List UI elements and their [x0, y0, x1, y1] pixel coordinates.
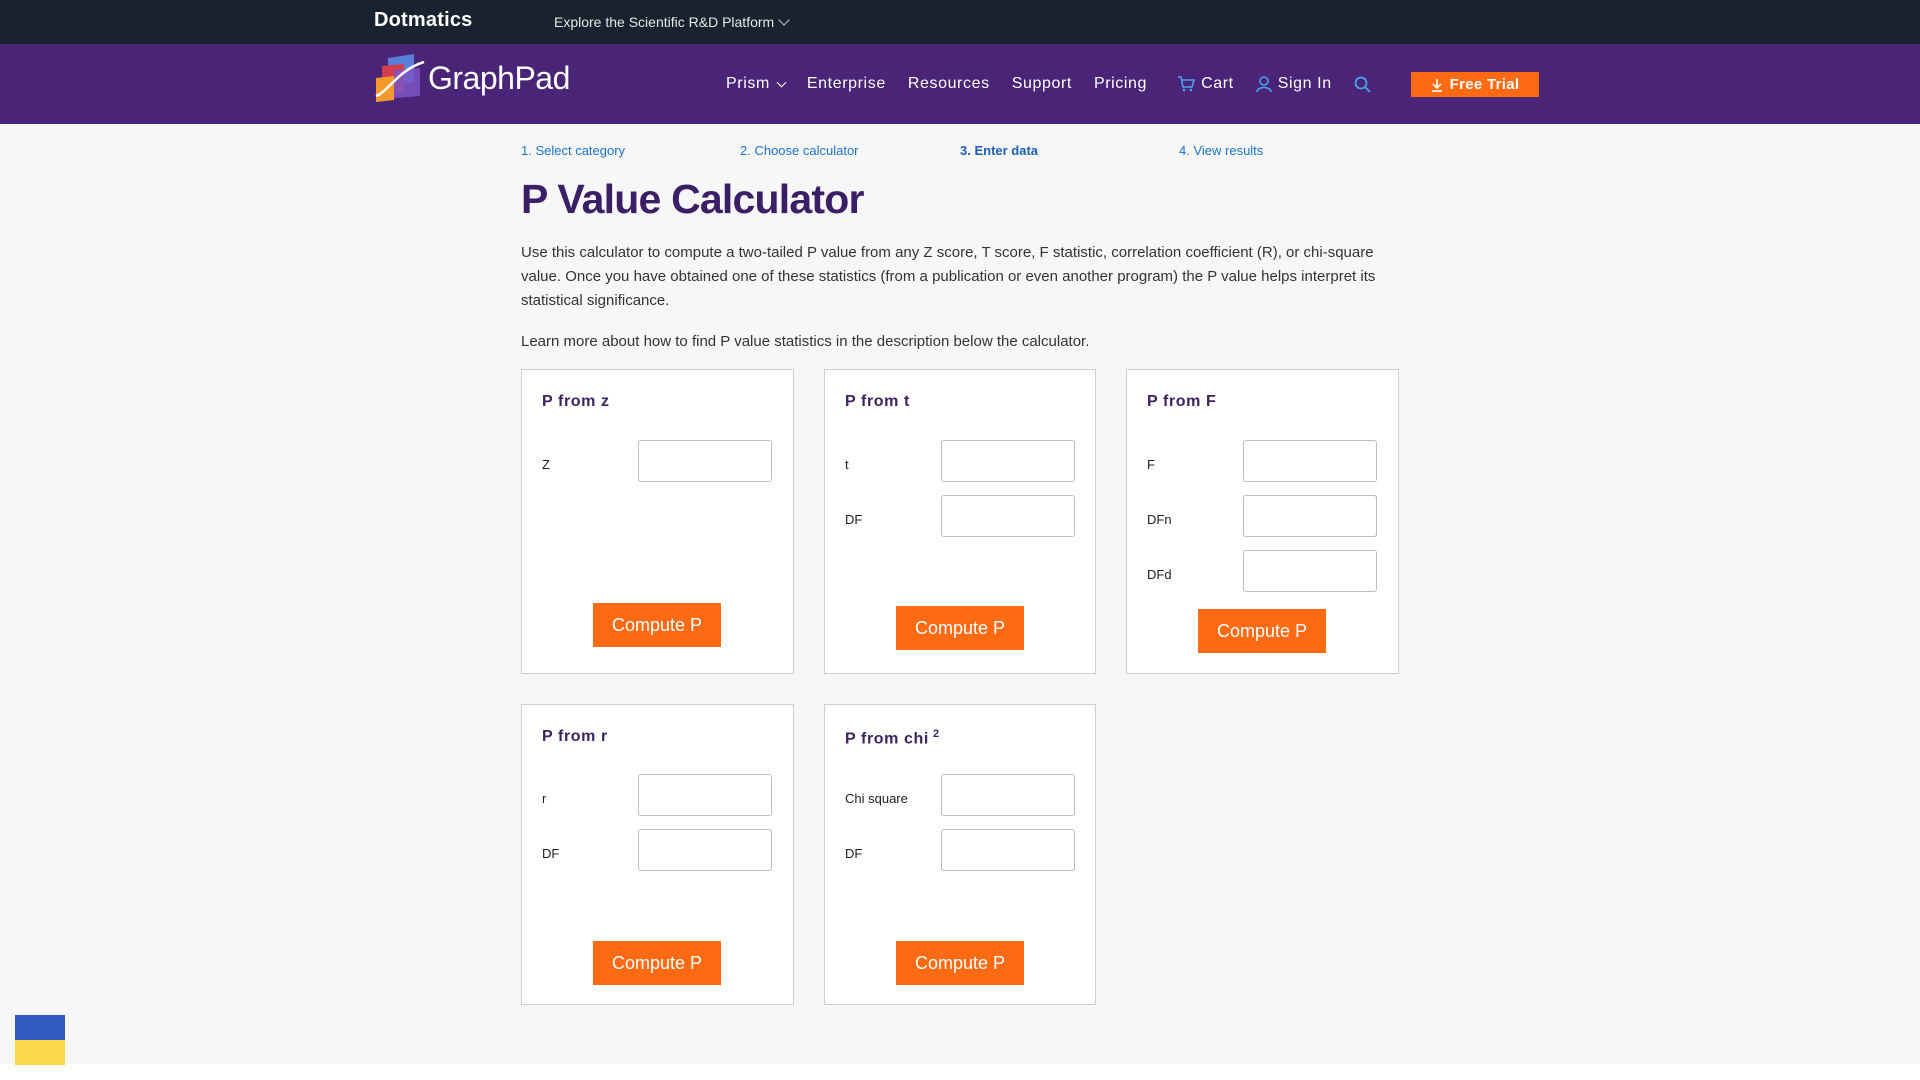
compute-p-button[interactable]: Compute P — [593, 941, 721, 985]
field-label-dfd: DFd — [1147, 567, 1172, 582]
dotmatics-logo[interactable]: Dotmatics — [374, 9, 473, 32]
explore-platform-label: Explore the Scientific R&D Platform — [554, 14, 775, 30]
sign-in-link[interactable]: Sign In — [1255, 75, 1332, 93]
nav-item-pricing[interactable]: Pricing — [1094, 75, 1147, 93]
nav-item-label: Pricing — [1093, 75, 1148, 92]
step-select-category[interactable]: 1. Select category — [521, 143, 625, 158]
r-input[interactable] — [638, 774, 772, 816]
compute-p-button[interactable]: Compute P — [593, 603, 721, 647]
compute-p-button[interactable]: Compute P — [896, 941, 1024, 985]
explore-platform-menu[interactable]: Explore the Scientific R&D Platform — [554, 14, 790, 30]
card-title: P from z — [542, 393, 610, 410]
card-title: P from chi 2 — [845, 728, 940, 748]
card-title: P from r — [542, 728, 608, 745]
sign-in-label: Sign In — [1277, 75, 1332, 92]
field-label-t: t — [845, 457, 849, 472]
ukraine-flag-icon[interactable] — [15, 1015, 65, 1065]
nav-item-prism[interactable]: Prism — [726, 75, 787, 93]
step-enter-data: 3. Enter data — [960, 143, 1039, 158]
field-label-r: r — [542, 791, 547, 806]
graphpad-logo-icon — [375, 54, 425, 102]
nav-menu: Prism Enterprise Resources Support Prici… — [726, 44, 1393, 124]
dfd-input[interactable] — [1243, 550, 1377, 592]
dfn-input[interactable] — [1243, 495, 1377, 537]
cart-label: Cart — [1201, 75, 1234, 92]
nav-item-label: Enterprise — [806, 75, 886, 92]
flag-blue-band — [15, 1015, 65, 1040]
card-title: P from F — [1147, 393, 1217, 410]
step-choose-calculator[interactable]: 2. Choose calculator — [740, 143, 859, 158]
step-view-results[interactable]: 4. View results — [1179, 143, 1263, 158]
nav-item-label: Resources — [907, 75, 990, 92]
field-label-f: F — [1147, 457, 1155, 472]
free-trial-button[interactable]: Free Trial — [1411, 72, 1539, 97]
nav-item-resources[interactable]: Resources — [908, 75, 990, 93]
df-input[interactable] — [941, 829, 1075, 871]
field-label-df: DF — [845, 512, 863, 527]
chevron-down-icon — [778, 14, 790, 26]
cart-link[interactable]: Cart — [1177, 75, 1234, 93]
card-p-from-z: P from z Z Compute P — [521, 369, 794, 674]
page-title: P Value Calculator — [521, 176, 864, 222]
nav-item-support[interactable]: Support — [1012, 75, 1072, 93]
nav-item-enterprise[interactable]: Enterprise — [807, 75, 886, 93]
intro-text: Use this calculator to compute a two-tai… — [521, 244, 1376, 309]
main-navbar: GraphPad Prism Enterprise Resources Supp… — [0, 44, 1920, 124]
flag-yellow-band — [15, 1040, 65, 1065]
nav-item-label: Prism — [726, 75, 770, 92]
nav-item-label: Support — [1011, 75, 1072, 92]
download-icon — [1431, 78, 1442, 92]
compute-p-button[interactable]: Compute P — [1198, 609, 1326, 653]
t-input[interactable] — [941, 440, 1075, 482]
cart-icon — [1178, 76, 1196, 92]
card-p-from-t: P from t t DF Compute P — [824, 369, 1096, 674]
z-input[interactable] — [638, 440, 772, 482]
free-trial-label: Free Trial — [1449, 76, 1520, 93]
field-label-df: DF — [845, 846, 863, 861]
df-input[interactable] — [941, 495, 1075, 537]
graphpad-logo[interactable]: GraphPad — [374, 52, 570, 104]
field-label-z: Z — [542, 457, 550, 472]
df-input[interactable] — [638, 829, 772, 871]
card-p-from-chi-square: P from chi 2 Chi square DF Compute P — [824, 704, 1096, 1005]
footer-strip — [0, 1064, 1920, 1080]
learn-more-text: Learn more about how to find P value sta… — [521, 333, 1090, 350]
user-icon — [1255, 75, 1272, 92]
chi-square-input[interactable] — [941, 774, 1075, 816]
field-label-dfn: DFn — [1147, 512, 1172, 527]
superscript: 2 — [932, 728, 940, 740]
card-p-from-r: P from r r DF Compute P — [521, 704, 794, 1005]
chevron-down-icon — [776, 77, 787, 87]
field-label-df: DF — [542, 846, 560, 861]
card-title: P from t — [845, 393, 910, 410]
field-label-chi-square: Chi square — [845, 791, 908, 806]
top-bar: Dotmatics Explore the Scientific R&D Pla… — [0, 0, 1920, 44]
card-title-text: P from chi — [845, 730, 929, 748]
card-p-from-f: P from F F DFn DFd Compute P — [1126, 369, 1399, 674]
search-icon[interactable] — [1354, 76, 1371, 93]
f-input[interactable] — [1243, 440, 1377, 482]
compute-p-button[interactable]: Compute P — [896, 606, 1024, 650]
graphpad-wordmark: GraphPad — [428, 59, 570, 96]
